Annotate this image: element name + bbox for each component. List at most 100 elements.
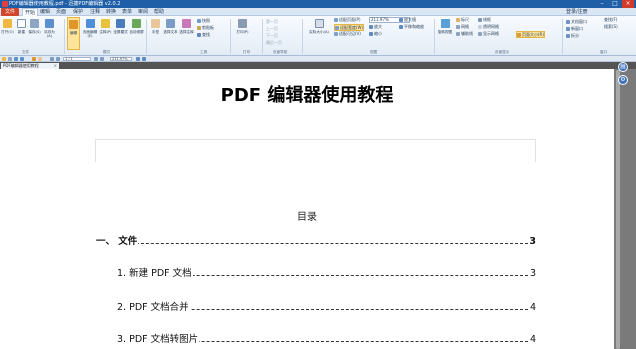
undo-icon[interactable]	[14, 57, 18, 61]
hand-icon[interactable]	[38, 57, 42, 61]
toc-entry-page: 4	[529, 334, 536, 346]
cursor-icon	[69, 20, 78, 29]
rotate-view-button[interactable]: 旋转视图	[437, 19, 453, 34]
page-edit-button[interactable]: 页面编辑(E)	[82, 19, 98, 38]
guides-toggle[interactable]: 辅助线	[456, 31, 473, 36]
documents-icon	[566, 20, 570, 24]
fullscreen-button[interactable]: 全屏模式	[113, 19, 128, 34]
last-page-icon[interactable]	[100, 57, 104, 61]
redo-icon[interactable]	[20, 57, 24, 61]
split-button[interactable]: 拆分	[566, 33, 579, 38]
toc-entry[interactable]: 一、 文件 3	[96, 236, 536, 248]
toc-entry[interactable]: 1. 新建 PDF 文档 3	[117, 268, 536, 280]
fit-width-button[interactable]: 适配宽度(W)	[334, 24, 365, 31]
menu-start[interactable]: 开始	[22, 8, 39, 16]
menu-form[interactable]: 表单	[122, 8, 132, 16]
fullscreen-icon	[116, 19, 125, 28]
zoom-in-icon	[369, 25, 373, 29]
toc-entry-text: 1. 新建 PDF 文档	[117, 268, 193, 280]
menu-help[interactable]: 帮助	[154, 8, 164, 16]
first-page-icon[interactable]	[50, 57, 54, 61]
grid-toggle[interactable]: 网格	[456, 24, 469, 29]
select-text-button[interactable]: 选择文本	[163, 19, 178, 34]
documents-window-button[interactable]: 文档窗口	[566, 19, 587, 24]
fit-visible-button[interactable]: 适配可见(V)	[334, 31, 361, 36]
zoom-out-icon	[369, 32, 373, 36]
zoom-out-icon[interactable]	[136, 57, 140, 61]
edit-mode-button[interactable]: 编辑	[67, 17, 80, 50]
toc-entry-page: 3	[529, 236, 536, 248]
prev-page-button[interactable]: 上一页	[266, 26, 278, 31]
split-icon	[566, 34, 570, 38]
group-label-tools: 工具	[200, 50, 208, 54]
show-grid-toggle[interactable]: 显示网格	[478, 31, 499, 36]
fit-page-button[interactable]: 适配页面(P)	[334, 17, 361, 22]
quick-zoom-field[interactable]: 211.97%	[110, 57, 132, 61]
select-note-button[interactable]: 选择注释	[179, 19, 194, 34]
ruler-icon	[456, 18, 460, 22]
title-bar: PDF编辑器使用教程.pdf - 迅捷PDF编辑器 v2.0.2 – □ ×	[0, 0, 636, 8]
save-icon[interactable]	[8, 57, 12, 61]
separator	[434, 19, 435, 54]
zoom-in-icon[interactable]	[142, 57, 146, 61]
first-page-button[interactable]: 第一页	[266, 19, 278, 24]
zoom-in-button[interactable]: 放大	[369, 24, 382, 29]
save-icon	[30, 19, 39, 28]
hand-tool-button[interactable]: 手型	[149, 19, 162, 34]
save-as-button[interactable]: 另存为(A)	[42, 19, 57, 38]
menu-annotate[interactable]: 注释	[90, 8, 100, 16]
ruler-toggle[interactable]: 标尺	[456, 17, 469, 22]
next-page-icon[interactable]	[94, 57, 98, 61]
transparency-grid-toggle[interactable]: 透明网格	[478, 24, 499, 29]
toc-entry-text: 2. PDF 文档合并	[117, 302, 190, 314]
page-size-button[interactable]: 页面大小(R)	[516, 31, 545, 38]
next-page-button[interactable]: 下一页	[266, 33, 278, 38]
find-menu[interactable]: 查找(F)	[604, 17, 617, 22]
loupe-button[interactable]: 放大镜	[399, 17, 416, 22]
menu-review[interactable]: 审阅	[138, 8, 148, 16]
maximize-icon[interactable]: □	[609, 0, 621, 8]
select-note-icon	[182, 19, 191, 28]
show-grid-icon	[478, 32, 482, 36]
new-button[interactable]: 新建	[15, 19, 28, 34]
vertical-scrollbar[interactable]	[616, 70, 620, 349]
new-window-button[interactable]: 新窗口	[566, 26, 583, 31]
zoom-out-button[interactable]: 缩小	[369, 31, 382, 36]
actual-size-button[interactable]: 实际大小(A)	[308, 19, 330, 34]
loupe-icon	[399, 18, 403, 22]
find-button[interactable]: 查找	[197, 32, 210, 37]
annotate-button[interactable]: 注释(P)	[99, 19, 112, 34]
lines-toggle[interactable]: 线框	[478, 17, 491, 22]
toc-entry[interactable]: 2. PDF 文档合并 4	[117, 302, 536, 314]
last-page-button[interactable]: 最后一页	[266, 40, 282, 45]
side-panel-icon[interactable]: ▤	[618, 62, 628, 72]
separator	[64, 19, 65, 54]
save-button[interactable]: 保存(S)	[28, 19, 41, 34]
page-number-field[interactable]: 1 / 1	[63, 57, 91, 61]
minimize-icon[interactable]: –	[596, 0, 608, 8]
menu-file[interactable]: 文件	[1, 8, 20, 16]
toc-entry[interactable]: 3. PDF 文档转图片 4	[117, 334, 536, 346]
group-label-view: 视图	[370, 50, 378, 54]
open-button[interactable]: 打开(O)	[1, 19, 14, 34]
folder-icon[interactable]	[2, 57, 6, 61]
auto-scroll-button[interactable]: 自动滚屏	[129, 19, 144, 34]
close-icon[interactable]: ×	[622, 0, 634, 8]
menu-protect[interactable]: 保护	[73, 8, 83, 16]
settings-icon[interactable]: ⚙	[618, 75, 628, 85]
separator	[562, 19, 563, 54]
pan-zoom-button[interactable]: 平移和缩放	[399, 24, 424, 29]
toc-entry-text: 一、 文件	[96, 236, 139, 248]
clipboard-button[interactable]: 剪贴板	[197, 25, 214, 30]
user-login-link[interactable]: 登录/注册	[566, 8, 588, 16]
print-button[interactable]: 打印(P)	[235, 19, 250, 34]
toc-frame	[95, 139, 536, 162]
capture-button[interactable]: 快照	[197, 18, 210, 23]
menu-convert[interactable]: 转换	[106, 8, 116, 16]
separator	[262, 19, 263, 54]
cursor-icon[interactable]	[32, 57, 36, 61]
search-menu[interactable]: 搜索(S)	[604, 24, 618, 29]
prev-page-icon[interactable]	[56, 57, 60, 61]
menu-edit[interactable]: 编辑	[40, 8, 50, 16]
menu-page[interactable]: 页面	[56, 8, 66, 16]
